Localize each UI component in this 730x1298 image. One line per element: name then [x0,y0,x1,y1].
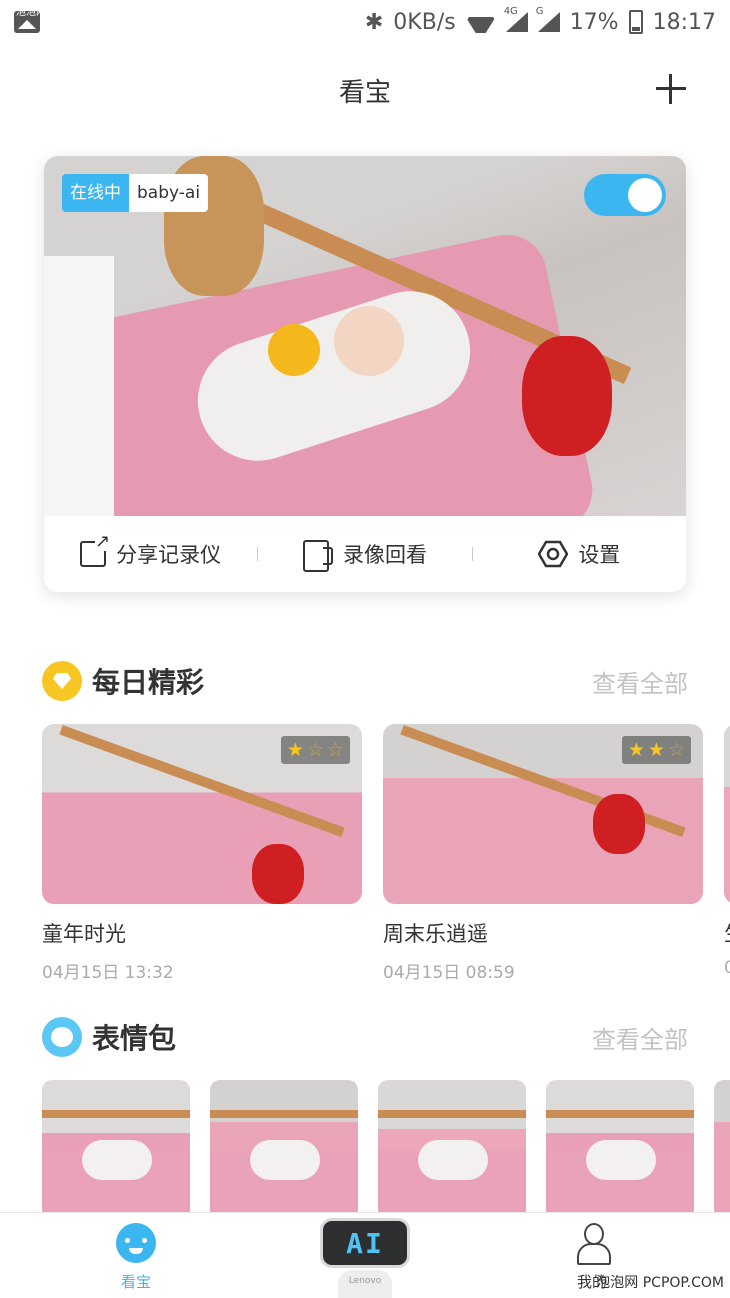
signal-g-icon: G [536,6,560,32]
page-title: 看宝 [338,78,391,108]
highlight-date: 04月15日 08:59 [383,963,515,983]
power-toggle[interactable] [584,174,666,216]
daily-highlights-view-all[interactable]: 查看全部 [592,664,688,699]
tab-home-label: 看宝 [120,1273,151,1291]
settings-label: 设置 [578,543,621,567]
red-plush-shape [593,794,645,854]
baby-shape [586,1140,656,1180]
status-bar: 泡泡网 ✱ 0KB/s 4G G 17% 18:17 [0,0,730,44]
header: 看宝 [0,62,730,114]
wifi-icon [466,11,496,33]
baby-shape [418,1140,488,1180]
ai-robot-button[interactable]: AI Lenovo [320,1210,410,1298]
plus-icon[interactable] [656,74,686,104]
toggle-knob [628,178,662,212]
camera-card: 在线中 baby-ai 分享记录仪 录像回看 设置 [44,156,686,592]
battery-percent: 17% [569,9,619,35]
baby-face-icon [116,1223,156,1263]
highlight-title: 周末乐逍遥 [383,922,488,946]
highlights-carousel[interactable]: ★ ☆ ☆ 童年时光 04月15日 13:32 ★ ★ ☆ 周末乐逍遥 04月1… [42,724,730,984]
highlight-title: 生 [724,918,730,948]
red-plush-shape [252,844,304,904]
diamond-icon [42,661,82,701]
sticker-thumbnail[interactable] [546,1080,694,1214]
highlight-card[interactable]: ★ ★ ☆ 周末乐逍遥 04月15日 08:59 [383,724,703,983]
settings-icon [537,540,569,568]
star-rating: ★ ★ ☆ [621,736,691,764]
star-outline-icon: ☆ [667,739,685,761]
crib-rail [546,1110,694,1118]
share-recorder-label: 分享记录仪 [116,543,222,567]
camera-live-view[interactable]: 在线中 baby-ai [44,156,686,516]
online-status: 在线中 [62,174,129,212]
battery-icon [628,10,643,34]
tab-home[interactable]: 看宝 [76,1223,196,1292]
highlight-thumbnail: ★ ☆ ☆ [42,724,362,904]
red-plush-shape [522,336,612,456]
daily-highlights-header: 每日精彩 查看全部 [42,660,688,702]
playback-label: 录像回看 [342,543,427,567]
signal-g-label: G [535,6,544,17]
sticker-thumbnail[interactable] [42,1080,190,1214]
stickers-header: 表情包 查看全部 [42,1016,688,1058]
network-speed: 0KB/s [393,9,456,35]
share-recorder-button[interactable]: 分享记录仪 [44,533,257,569]
daily-highlights-title: 每日精彩 [92,666,205,699]
star-icon: ★ [286,739,304,761]
sticker-thumbnail[interactable] [714,1080,730,1214]
signal-4g-icon: 4G [504,6,528,32]
crib-rail [210,1110,358,1118]
sticker-thumbnail[interactable] [378,1080,526,1214]
top-watermark: 泡泡网 [16,7,46,18]
highlight-card[interactable]: 生 0 [724,724,730,978]
star-outline-icon: ☆ [326,739,344,761]
baby-shape [82,1140,152,1180]
camera-actions: 分享记录仪 录像回看 设置 [44,516,686,592]
highlight-thumbnail: ★ ★ ☆ [383,724,703,904]
person-icon [575,1223,611,1265]
crib-rail [42,1110,190,1118]
settings-button[interactable]: 设置 [473,539,686,569]
status-right: ✱ 0KB/s 4G G 17% 18:17 [364,6,716,35]
video-icon [302,540,333,572]
watermark: 泡泡网 PCPOP.COM [596,1275,724,1291]
star-outline-icon: ☆ [306,739,324,761]
stickers-title: 表情包 [92,1022,177,1055]
sticker-thumbnail[interactable] [210,1080,358,1214]
crib-rail [378,1110,526,1118]
bluetooth-icon: ✱ [364,9,384,35]
highlight-date: 04月15日 13:32 [42,963,174,983]
highlight-date: 0 [724,958,730,978]
signal-4g-label: 4G [503,6,518,17]
highlight-card[interactable]: ★ ☆ ☆ 童年时光 04月15日 13:32 [42,724,362,983]
highlight-title: 童年时光 [42,922,126,946]
status-left: 泡泡网 [14,7,46,33]
star-rating: ★ ☆ ☆ [280,736,350,764]
ai-brand: Lenovo [348,1276,382,1286]
baby-head-shape [334,306,404,376]
ai-label: AI [346,1226,384,1260]
device-badge: 在线中 baby-ai [62,174,209,212]
robot-head-icon: AI [320,1218,410,1268]
playback-button[interactable]: 录像回看 [258,539,471,572]
robot-body-icon: Lenovo [338,1270,392,1298]
share-icon [80,533,111,567]
stickers-view-all[interactable]: 查看全部 [592,1020,688,1055]
highlight-thumbnail [724,724,730,904]
cloth-shape [44,256,114,516]
clock: 18:17 [652,9,716,35]
baby-face-icon [42,1017,82,1057]
device-name: baby-ai [129,174,209,212]
star-icon: ★ [627,739,645,761]
star-icon: ★ [647,739,665,761]
baby-shape [250,1140,320,1180]
yellow-ball-shape [268,324,320,376]
stickers-strip[interactable] [42,1080,730,1214]
